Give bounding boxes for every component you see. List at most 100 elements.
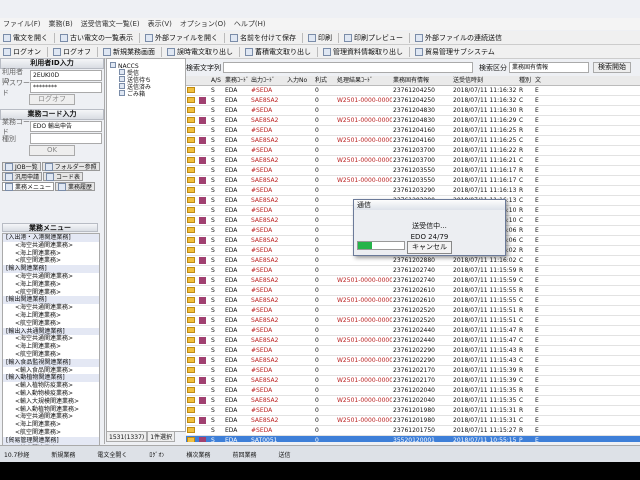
column-header[interactable]: 文 — [534, 76, 544, 85]
column-header[interactable]: 利式 — [314, 76, 336, 85]
folder-item[interactable]: ごみ箱 — [107, 90, 185, 98]
table-row[interactable]: S EDA SAE8SA2 0 W2501-0000-0000 23761202170 20… — [186, 376, 640, 386]
table-row[interactable]: S EDA SAE8SA2 0 W2501-0000-0000 23761203700 20… — [186, 156, 640, 166]
table-row[interactable]: S EDA SAE8SA2 0 W2501-0000-0000 23761202040 20… — [186, 396, 640, 406]
table-row[interactable]: S EDA SAE8SA2 0 W2501-0000-0000 23761202740 20… — [186, 276, 640, 286]
column-header[interactable]: 業務固有情報 — [392, 76, 452, 85]
toolbar-button[interactable]: 電文を開く — [3, 33, 48, 43]
tab-code-table[interactable]: コード表 — [43, 172, 84, 181]
folder-item[interactable]: 送信済み — [107, 83, 185, 91]
user-id-input[interactable]: 2EUKI0D — [30, 70, 102, 81]
toolbar-button[interactable]: ログオフ — [53, 47, 91, 57]
search-start-button[interactable]: 検索開始 — [593, 62, 631, 73]
table-row[interactable]: S EDA #SEDA 0 23761202610 2018/07/11 11:15:55… — [186, 286, 640, 296]
table-row[interactable]: S EDA #SEDA 0 23761203550 2018/07/11 11:16:17… — [186, 166, 640, 176]
toolbar-button[interactable]: 名前を付けて保存 — [230, 33, 296, 43]
column-header[interactable]: 処理結果ｺｰﾄﾞ — [336, 76, 392, 85]
toolbar-button[interactable]: 印刷 — [308, 33, 332, 43]
menu-subgroup[interactable]: <航空関連業務> — [3, 429, 99, 437]
table-row[interactable]: S EDA SAE8SA2 0 W2501-0000-0000 23761204830 20… — [186, 116, 640, 126]
menu-options[interactable]: オプション(O) — [180, 19, 226, 29]
menu-subgroup[interactable]: <海上関連業務> — [3, 343, 99, 351]
status-item[interactable]: 10.7秒経 — [4, 450, 29, 459]
menu-subgroup[interactable]: <輸入動物検疫業務> — [3, 390, 99, 398]
table-row[interactable]: S EDA #SEDA 0 23761203290 2018/07/11 11:16:13… — [186, 186, 640, 196]
toolbar-button[interactable]: 管理資料情報取り出し — [323, 47, 403, 57]
menu-subgroup[interactable]: <海空共通関連業務> — [3, 273, 99, 281]
status-item[interactable]: 送信 — [278, 450, 290, 459]
toolbar-button[interactable]: 誤時電文取り出し — [167, 47, 233, 57]
menu-business[interactable]: 業務(B) — [49, 19, 73, 29]
table-row[interactable]: S EDA #SEDA 0 23761202170 2018/07/11 11:15:39… — [186, 366, 640, 376]
tab-folder-ref[interactable]: フォルダー参照 — [41, 162, 100, 171]
column-header[interactable]: A/S — [210, 76, 224, 85]
table-row[interactable]: S EDA SAT0051 0 35520120001 2018/07/11 10:55:… — [186, 436, 640, 442]
menu-group[interactable]: [輸入動植物関連業務] — [3, 374, 99, 383]
table-row[interactable]: S EDA #SEDA 0 23761201750 2018/07/11 11:15:27… — [186, 426, 640, 436]
column-header[interactable] — [186, 76, 198, 85]
menu-subgroup[interactable]: <海上関連業務> — [3, 281, 99, 289]
status-item[interactable]: 新規業務 — [51, 450, 75, 459]
table-row[interactable]: S EDA #SEDA 0 23761201980 2018/07/11 11:15:31… — [186, 406, 640, 416]
table-row[interactable]: S EDA SAE8SA2 0 W2501-0000-0000 23761202290 20… — [186, 356, 640, 366]
table-row[interactable]: S EDA #SEDA 0 23761202440 2018/07/11 11:15:47… — [186, 326, 640, 336]
table-row[interactable]: S EDA SAE8SA2 0 W2501-0000-0000 23761202610 20… — [186, 296, 640, 306]
toolbar-button[interactable]: 外部ファイルを開く — [145, 33, 218, 43]
password-input[interactable]: ******** — [30, 82, 102, 93]
menu-subgroup[interactable]: <海上関連業務> — [3, 421, 99, 429]
table-row[interactable]: S EDA #SEDA 0 23761202740 2018/07/11 11:15:59… — [186, 266, 640, 276]
cancel-button[interactable]: キャンセル — [407, 241, 452, 254]
column-header[interactable]: 入力No — [286, 76, 314, 85]
table-row[interactable]: S EDA #SEDA 0 23761202040 2018/07/11 11:15:35… — [186, 386, 640, 396]
table-row[interactable]: S EDA #SEDA 0 23761203700 2018/07/11 11:16:22… — [186, 146, 640, 156]
menu-help[interactable]: ヘルプ(H) — [234, 19, 266, 29]
table-row[interactable]: S EDA #SEDA 0 23761202520 2018/07/11 11:15:51… — [186, 306, 640, 316]
menu-group[interactable]: [貿易管理関連業務] — [3, 436, 99, 445]
column-header[interactable]: 種別 — [518, 76, 534, 85]
table-row[interactable]: S EDA SAE8SA2 0 23761202880 2018/07/11 11:16:… — [186, 256, 640, 266]
ok-button[interactable]: OK — [29, 145, 75, 156]
toolbar-button[interactable]: 蓄積電文取り出し — [245, 47, 311, 57]
menu-subgroup[interactable]: <航空関連業務> — [3, 320, 99, 328]
menu-subgroup[interactable]: <海空共通関連業務> — [3, 413, 99, 421]
table-row[interactable]: S EDA #SEDA 0 23761204250 2018/07/11 11:16:32… — [186, 86, 640, 96]
tab-business-menu[interactable]: 業務メニュー — [2, 182, 55, 191]
tab-business-history[interactable]: 業務履歴 — [55, 182, 96, 191]
table-row[interactable]: S EDA SAE8SA2 0 W2501-0000-0000 23761202440 20… — [186, 336, 640, 346]
toolbar-button[interactable]: 外部ファイルの連続送信 — [415, 33, 502, 43]
menu-subgroup[interactable]: <輸入大規模関連業務> — [3, 398, 99, 406]
table-row[interactable]: S EDA SAE8SA2 0 W2501-0000-0000 23761203550 20… — [186, 176, 640, 186]
table-row[interactable]: S EDA SAE8SA2 0 W2501-0000-0000 23761204250 20… — [186, 96, 640, 106]
menu-group[interactable]: [輸出関連業務] — [3, 296, 99, 305]
toolbar-button[interactable]: ログオン — [3, 47, 41, 57]
table-row[interactable]: S EDA #SEDA 0 23761204160 2018/07/11 11:16:25… — [186, 126, 640, 136]
column-header[interactable]: 業務ｺｰﾄﾞ — [224, 76, 250, 85]
status-item[interactable]: ﾛｸﾞｵﾝ — [149, 450, 164, 459]
menu-group[interactable]: [輸入食品監視関連業務] — [3, 358, 99, 367]
business-code-input[interactable]: EDO 輸出申告 — [30, 121, 102, 132]
table-row[interactable]: S EDA SAE8SA2 0 W2501-0000-0000 23761201980 20… — [186, 416, 640, 426]
menu-subgroup[interactable]: <海空共通関連業務> — [3, 242, 99, 250]
table-row[interactable]: S EDA SAE8SA2 0 W2501-0000-0000 23761202520 20… — [186, 316, 640, 326]
table-row[interactable]: S EDA #SEDA 0 23761204830 2018/07/11 11:16:30… — [186, 106, 640, 116]
folder-item[interactable]: 受信 — [107, 69, 185, 77]
table-row[interactable]: S EDA #SEDA 0 23761202290 2018/07/11 11:15:43… — [186, 346, 640, 356]
menu-view[interactable]: 表示(V) — [148, 19, 172, 29]
status-item[interactable]: 前回業務 — [232, 450, 256, 459]
menu-subgroup[interactable]: <航空関連業務> — [3, 351, 99, 359]
menu-group[interactable]: [輸入関連業務] — [3, 265, 99, 273]
toolbar-button[interactable]: 貿易管理サブシステム — [415, 47, 495, 57]
menu-subgroup[interactable]: <輸入植物防疫業務> — [3, 382, 99, 390]
kind-select[interactable] — [30, 133, 102, 144]
menu-group[interactable]: [入出港・入港関連業務] — [3, 234, 99, 242]
status-item[interactable]: 横次業務 — [186, 450, 210, 459]
menu-subgroup[interactable]: <海空共通関連業務> — [3, 335, 99, 343]
menu-subgroup[interactable]: <海空共通関連業務> — [3, 304, 99, 312]
table-row[interactable]: S EDA SAE8SA2 0 W2501-0000-0000 23761204160 20… — [186, 136, 640, 146]
column-header[interactable]: 出力ｺｰﾄﾞ — [250, 76, 286, 85]
status-item[interactable]: 電文全開く — [97, 450, 127, 459]
menu-file[interactable]: ファイル(F) — [3, 19, 41, 29]
search-input[interactable] — [223, 62, 473, 73]
folder-root[interactable]: NACCS — [107, 62, 185, 70]
toolbar-button[interactable]: 古い電文の一覧表示 — [60, 33, 133, 43]
